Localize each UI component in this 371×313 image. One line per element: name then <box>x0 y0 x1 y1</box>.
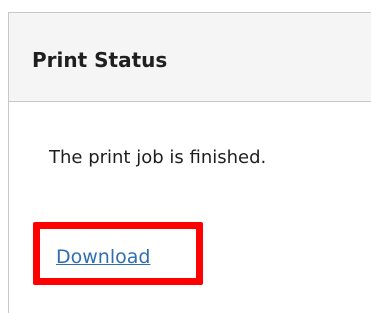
status-message: The print job is finished. <box>49 147 267 168</box>
download-link[interactable]: Download <box>56 245 150 269</box>
highlight-annotation: Download <box>33 222 203 285</box>
panel-header: Print Status <box>9 13 371 102</box>
print-status-panel: Print Status The print job is finished. … <box>8 12 371 313</box>
panel-title: Print Status <box>32 48 168 72</box>
